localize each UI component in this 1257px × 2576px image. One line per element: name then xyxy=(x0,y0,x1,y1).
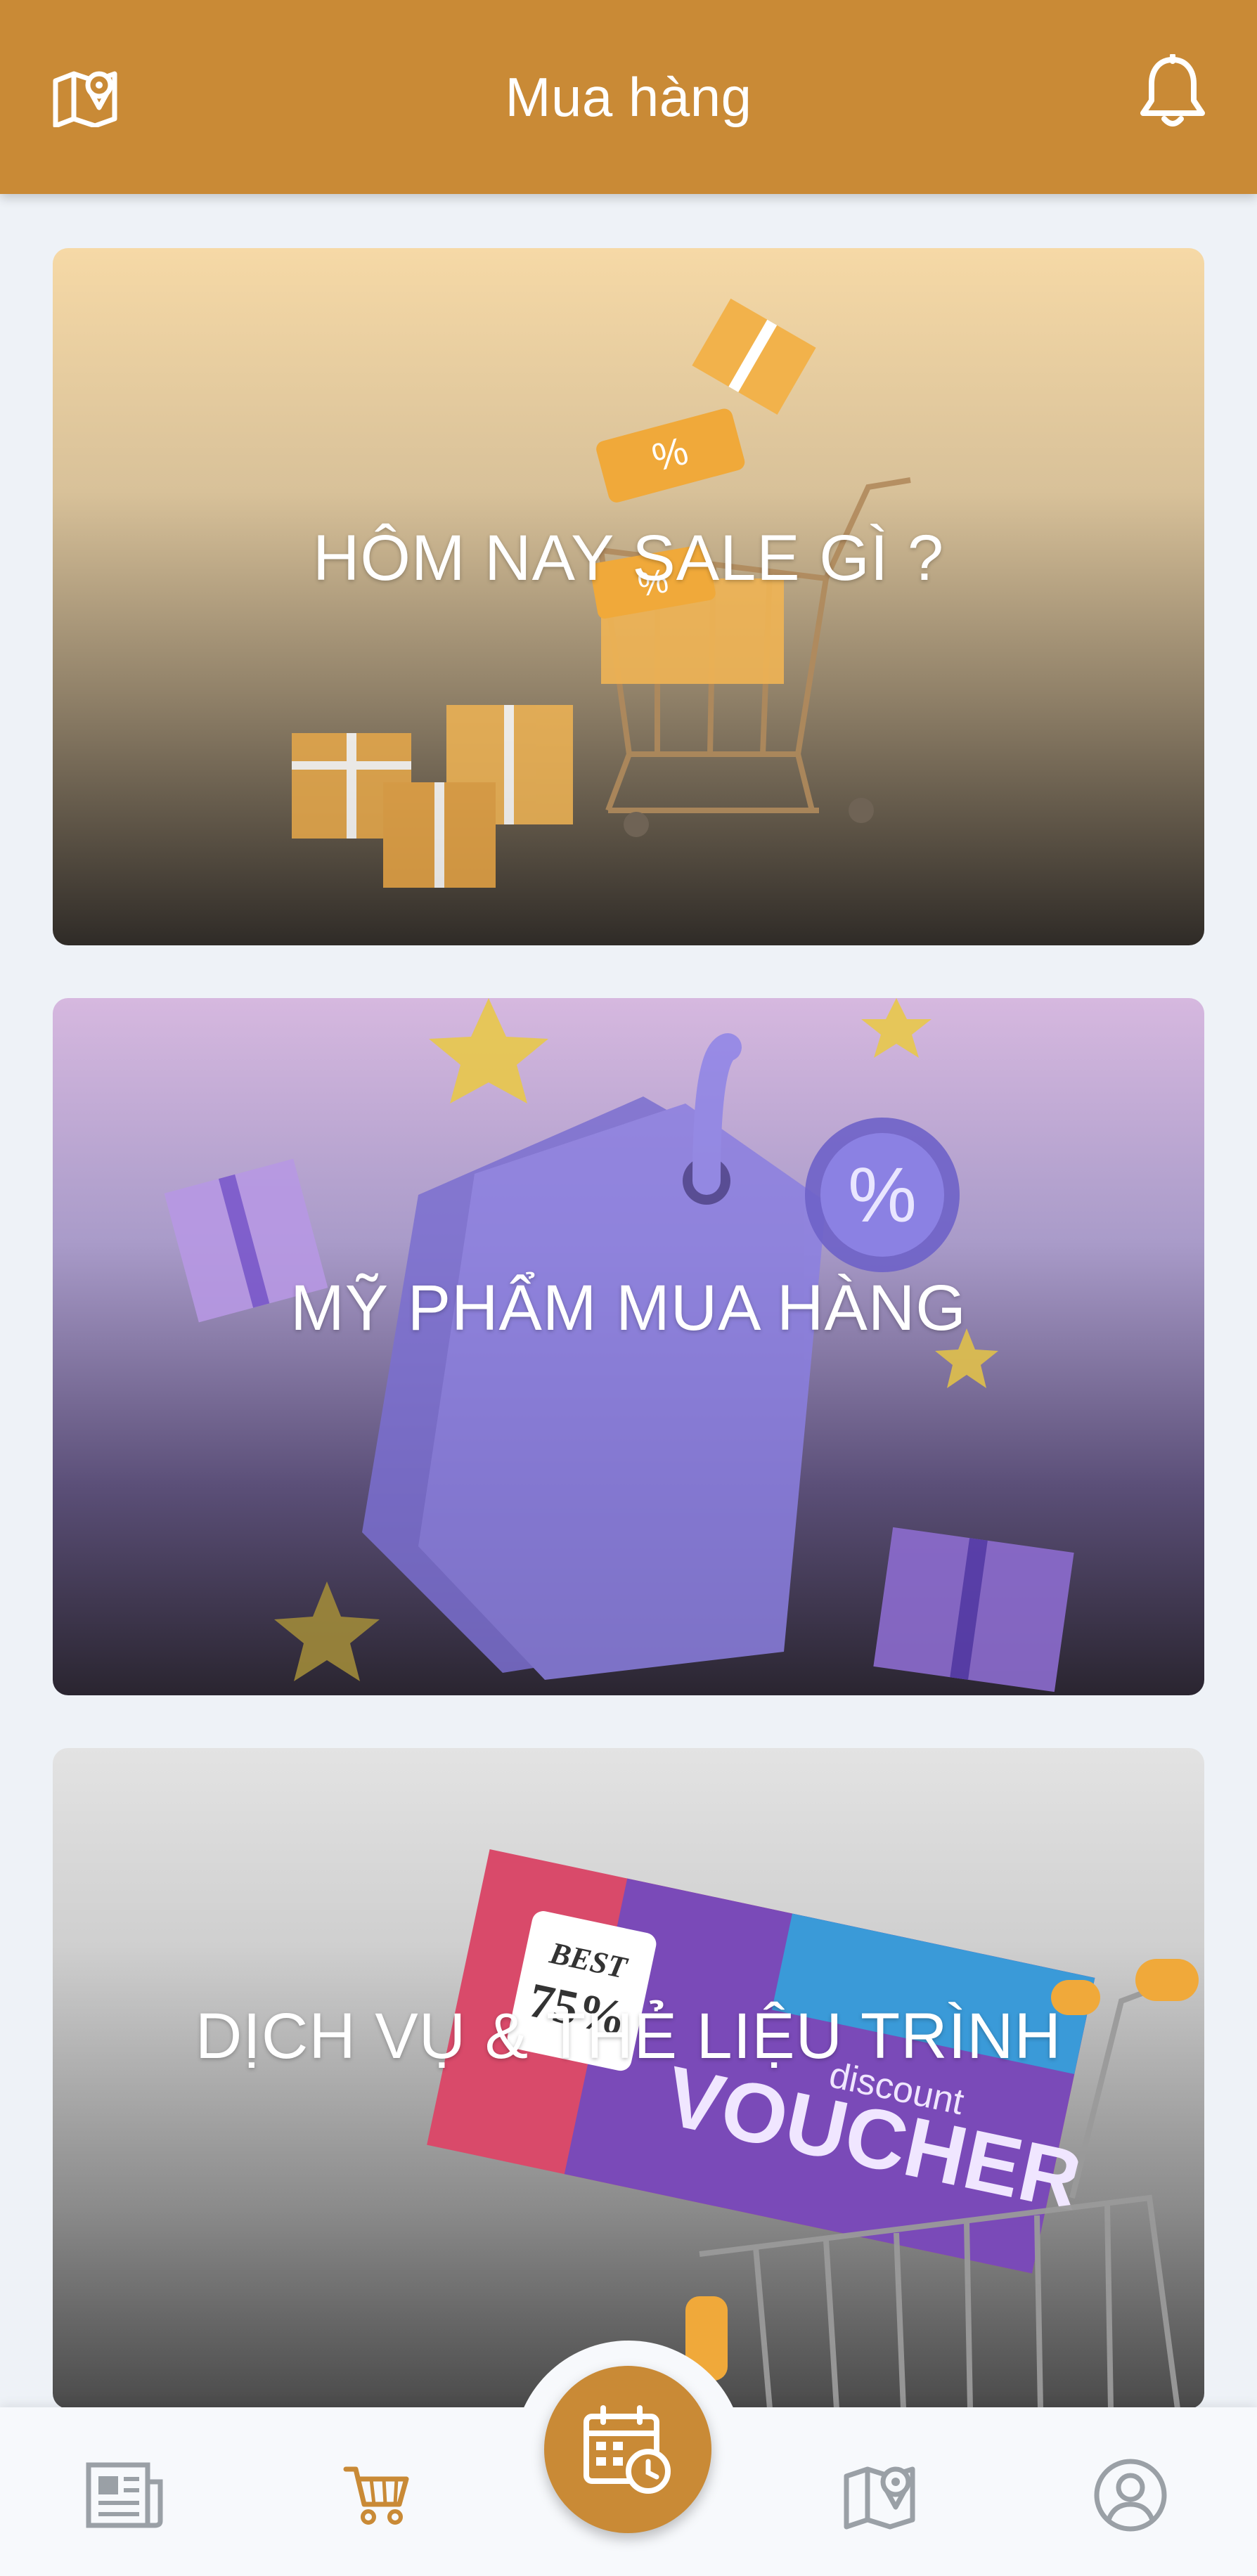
map-button[interactable] xyxy=(46,62,124,132)
nav-item-news[interactable] xyxy=(76,2453,174,2537)
map-pin-icon xyxy=(844,2466,915,2530)
shopping-cart-gifts-illustration: % % xyxy=(292,298,911,888)
card-label: HÔM NAY SALE GÌ ? xyxy=(312,522,945,594)
booking-button[interactable] xyxy=(544,2366,711,2533)
user-circle-icon xyxy=(1094,2459,1167,2532)
calendar-clock-icon xyxy=(584,2405,671,2494)
bell-icon xyxy=(1140,54,1205,127)
sale-today-card[interactable]: % % HÔM NAY SALE GÌ ? xyxy=(53,248,1204,945)
voucher-cart-illustration: BEST 75% discount VOUCHER xyxy=(427,1849,1199,2409)
services-card[interactable]: BEST 75% discount VOUCHER DỊCH VỤ & THẺ … xyxy=(53,1748,1204,2409)
app-header: Mua hàng xyxy=(0,0,1257,194)
price-tag-gifts-illustration: % xyxy=(164,998,1074,1692)
nav-item-shopping[interactable] xyxy=(328,2453,426,2537)
nav-item-map[interactable] xyxy=(831,2453,929,2537)
card-label: MỸ PHẨM MUA HÀNG xyxy=(290,1271,967,1344)
page-title: Mua hàng xyxy=(505,65,752,128)
card-label: DỊCH VỤ & THẺ LIỆU TRÌNH xyxy=(195,2000,1062,2072)
newspaper-icon xyxy=(86,2462,163,2528)
cosmetics-card[interactable]: % MỸ PHẨM MUA HÀNG xyxy=(53,998,1204,1695)
cart-icon xyxy=(343,2466,409,2525)
notifications-button[interactable] xyxy=(1130,51,1215,135)
nav-item-profile[interactable] xyxy=(1081,2453,1180,2537)
svg-text:%: % xyxy=(848,1152,917,1238)
map-pin-icon xyxy=(53,71,117,127)
